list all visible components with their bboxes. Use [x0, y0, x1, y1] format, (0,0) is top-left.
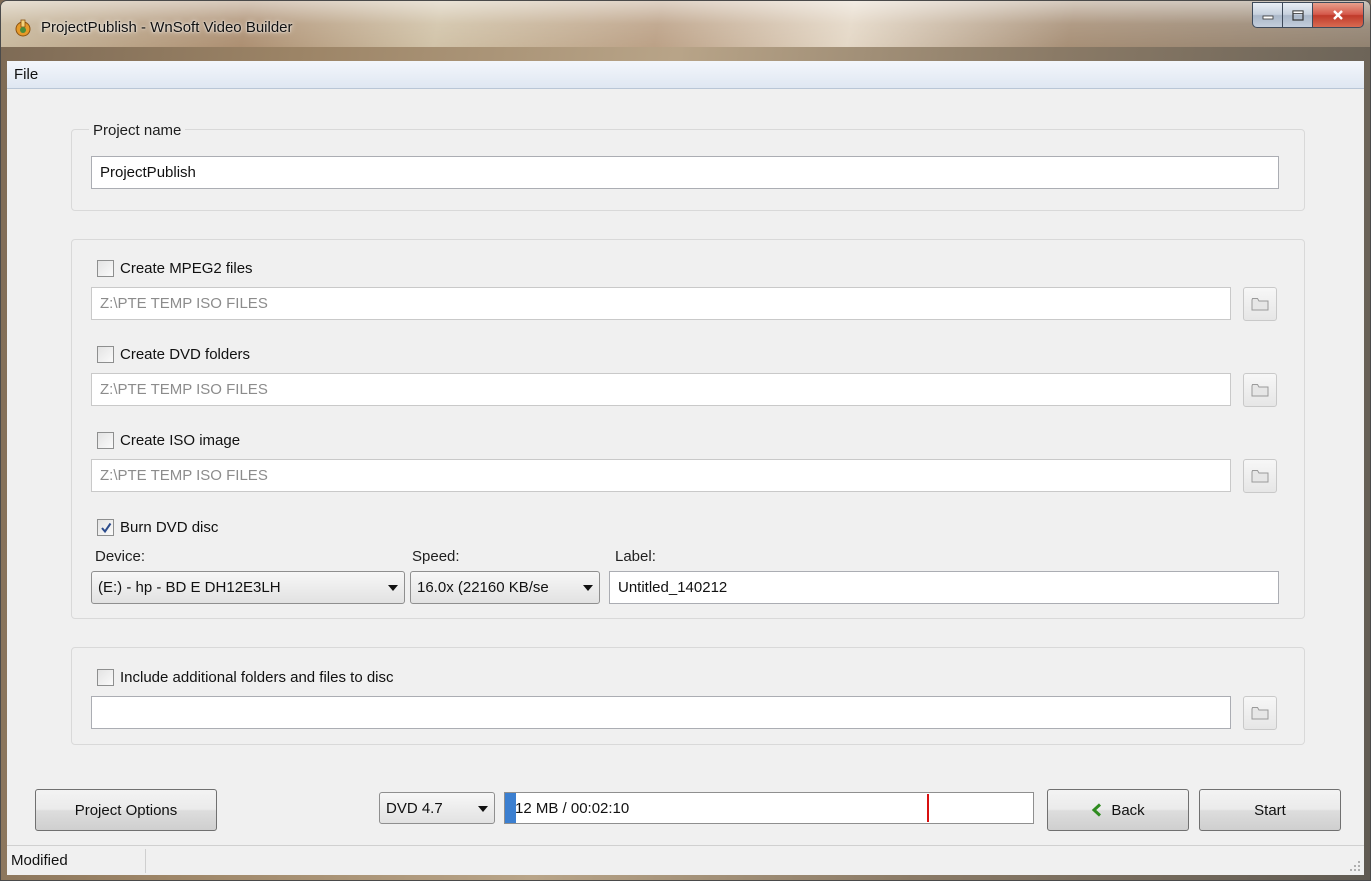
burn-dvd-label: Burn DVD disc — [120, 519, 219, 536]
maximize-icon — [1291, 9, 1304, 21]
dvd-folders-option[interactable]: Create DVD folders — [97, 346, 250, 363]
title-bar[interactable]: ProjectPublish - WnSoft Video Builder — [1, 1, 1370, 47]
additional-files-path-input[interactable] — [91, 696, 1231, 729]
app-icon — [15, 19, 31, 37]
disc-capacity-marker — [927, 794, 929, 822]
device-label: Device: — [95, 548, 146, 565]
speed-select[interactable]: 16.0x (22160 KB/se — [410, 571, 600, 604]
checkmark-icon — [100, 522, 111, 533]
iso-path-input[interactable]: Z:\PTE TEMP ISO FILES — [91, 459, 1231, 492]
start-label: Start — [1254, 801, 1286, 819]
device-select[interactable]: (E:) - hp - BD E DH12E3LH — [91, 571, 405, 604]
app-window: ProjectPublish - WnSoft Video Builder Fi… — [0, 0, 1371, 881]
iso-browse-button[interactable] — [1243, 459, 1277, 493]
caption-buttons — [1252, 2, 1364, 28]
mpeg2-checkbox[interactable] — [97, 260, 114, 277]
resize-grip-icon[interactable] — [1349, 860, 1361, 872]
disc-usage-bar: 12 MB / 00:02:10 — [504, 792, 1034, 824]
iso-checkbox[interactable] — [97, 432, 114, 449]
dvd-folders-browse-button[interactable] — [1243, 373, 1277, 407]
project-name-label: Project name — [89, 122, 186, 139]
disc-label-input[interactable]: Untitled_140212 — [609, 571, 1279, 604]
mpeg2-option[interactable]: Create MPEG2 files — [97, 260, 253, 277]
menu-file[interactable]: File — [11, 66, 41, 83]
status-text: Modified — [11, 852, 68, 869]
device-select-value: (E:) - hp - BD E DH12E3LH — [98, 579, 281, 596]
maximize-button[interactable] — [1282, 2, 1312, 28]
back-button[interactable]: Back — [1047, 789, 1189, 831]
disc-type-select[interactable]: DVD 4.7 — [379, 792, 495, 824]
speed-label: Speed: — [412, 548, 460, 565]
close-button[interactable] — [1312, 2, 1364, 28]
window-title: ProjectPublish - WnSoft Video Builder — [41, 19, 293, 36]
folder-icon — [1251, 707, 1269, 720]
main-panel: Project name ProjectPublish Create MPEG2… — [7, 89, 1364, 849]
minimize-icon — [1262, 15, 1273, 20]
mpeg2-path-input[interactable]: Z:\PTE TEMP ISO FILES — [91, 287, 1231, 320]
chevron-down-icon — [583, 585, 593, 591]
back-label: Back — [1111, 801, 1145, 819]
disc-label-label: Label: — [615, 548, 656, 565]
project-options-label: Project Options — [74, 801, 178, 819]
chevron-down-icon — [388, 585, 398, 591]
folder-icon — [1251, 470, 1269, 483]
speed-select-value: 16.0x (22160 KB/se — [417, 579, 549, 596]
additional-files-checkbox[interactable] — [97, 669, 114, 686]
project-name-input[interactable]: ProjectPublish — [91, 156, 1279, 189]
dvd-folders-path-input[interactable]: Z:\PTE TEMP ISO FILES — [91, 373, 1231, 406]
back-arrow-icon — [1092, 803, 1102, 817]
burn-dvd-option[interactable]: Burn DVD disc — [97, 519, 218, 536]
status-divider — [145, 849, 146, 873]
project-options-button[interactable]: Project Options — [35, 789, 217, 831]
minimize-button[interactable] — [1252, 2, 1282, 28]
additional-files-browse-button[interactable] — [1243, 696, 1277, 730]
mpeg2-label: Create MPEG2 files — [120, 260, 253, 277]
menu-bar: File — [7, 61, 1364, 89]
mpeg2-browse-button[interactable] — [1243, 287, 1277, 321]
iso-option[interactable]: Create ISO image — [97, 432, 240, 449]
close-icon — [1333, 10, 1343, 20]
start-button[interactable]: Start — [1199, 789, 1341, 831]
iso-label: Create ISO image — [120, 432, 241, 449]
additional-files-option[interactable]: Include additional folders and files to … — [97, 669, 394, 686]
chevron-down-icon — [478, 806, 488, 812]
dvd-folders-label: Create DVD folders — [120, 346, 251, 363]
additional-files-label: Include additional folders and files to … — [120, 669, 394, 686]
folder-icon — [1251, 298, 1269, 311]
disc-type-value: DVD 4.7 — [386, 800, 443, 817]
burn-dvd-checkbox[interactable] — [97, 519, 114, 536]
status-bar: Modified — [7, 845, 1364, 875]
folder-icon — [1251, 384, 1269, 397]
dvd-folders-checkbox[interactable] — [97, 346, 114, 363]
disc-usage-text: 12 MB / 00:02:10 — [515, 800, 630, 817]
